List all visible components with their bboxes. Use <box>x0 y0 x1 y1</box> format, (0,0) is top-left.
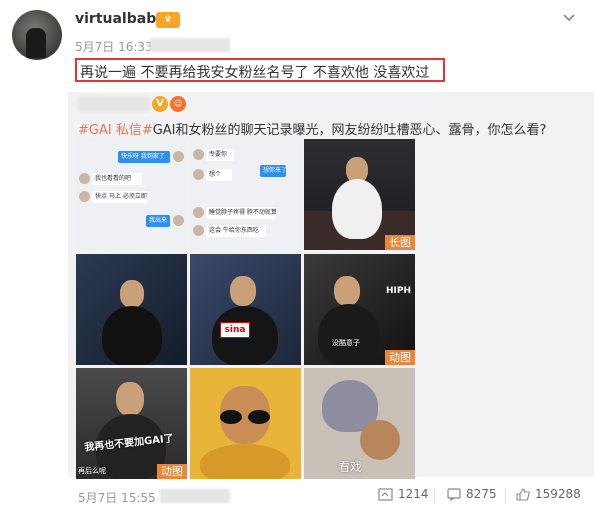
repost-text: #GAI 私信#GAI和女粉丝的聊天记录曝光，网友纷纷吐槽恶心、露骨，你怎么看? <box>78 119 546 138</box>
watch-caption: 看戏 <box>338 460 363 474</box>
repost-time[interactable]: 5月7日 15:55 <box>78 489 156 506</box>
chat-bubble: 快乐呀 我到家了 <box>118 151 170 163</box>
avatar <box>79 173 90 184</box>
blurred-source <box>160 489 230 503</box>
hashtag-link[interactable]: #GAI 私信# <box>78 123 153 138</box>
avatar <box>193 169 204 180</box>
cartoon-mouse <box>360 420 400 460</box>
avatar <box>193 207 204 218</box>
blurred-source <box>150 38 230 52</box>
comment-count: 8275 <box>466 487 497 501</box>
username[interactable]: virtualbabe <box>75 11 166 27</box>
comment-button[interactable]: 8275 <box>447 487 497 501</box>
divider <box>434 489 435 503</box>
meme-small-caption: 再后么呢 <box>78 467 106 475</box>
gif-badge: 动图 <box>157 464 187 479</box>
person-head <box>230 276 256 306</box>
long-image-badge: 长图 <box>385 235 415 250</box>
repost-username[interactable] <box>78 96 150 112</box>
chat-bubble: 专要你 <box>206 149 234 161</box>
avatar <box>173 151 184 162</box>
avatar <box>193 149 204 160</box>
chat-bubble: 想你来了 <box>260 165 286 177</box>
repost-body: GAI和女粉丝的聊天记录曝光，网友纷纷吐槽恶心、露骨，你怎么看? <box>152 123 547 138</box>
image-portrait[interactable] <box>190 368 301 479</box>
like-count: 159288 <box>535 487 581 501</box>
repost-count: 1214 <box>398 487 429 501</box>
image-event-photo[interactable]: 长图 <box>304 139 415 250</box>
image-photo-3[interactable]: HIPH 没酷意子 动图 <box>304 254 415 365</box>
chat-bubble: 想个 <box>206 169 232 181</box>
sunglasses-icon <box>220 410 242 424</box>
vip-icon: ♛ <box>156 12 180 28</box>
like-button[interactable]: 159288 <box>516 487 581 501</box>
gif-badge: 动图 <box>385 350 415 365</box>
chat-bubble: 快点 马上 必须立即 <box>92 191 148 203</box>
hiphop-text: HIPH <box>386 286 412 296</box>
divider <box>505 489 506 503</box>
chat-bubble: 我也看看的吧 <box>92 173 142 185</box>
chat-bubble: 我出来 <box>146 215 170 227</box>
fan-badge-icon: ☺ <box>170 96 186 112</box>
image-photo-2[interactable]: sina <box>190 254 301 365</box>
avatar <box>79 191 90 202</box>
verified-icon: V <box>152 96 168 112</box>
like-icon <box>516 487 530 501</box>
sunglasses-icon <box>248 410 270 424</box>
comment-icon <box>447 487 461 501</box>
chat-bubble: 这会 牛给你东西吃 <box>206 225 266 237</box>
person-body <box>102 306 162 365</box>
sina-mic-logo: sina <box>220 322 250 338</box>
person-head <box>334 276 360 306</box>
repost-button[interactable]: 1214 <box>378 487 429 501</box>
post-text: 再说一遍 不要再给我安女粉丝名号了 不喜欢他 没喜欢过 <box>80 65 430 81</box>
avatar[interactable] <box>12 10 62 60</box>
person-head <box>120 280 144 308</box>
person-body <box>318 304 380 365</box>
person-body <box>332 179 382 239</box>
image-meme[interactable]: 我再也不要加GAI了 再后么呢 动图 <box>76 368 187 479</box>
post-time[interactable]: 5月7日 16:33 <box>75 38 153 55</box>
image-cartoon[interactable]: 看戏 <box>304 368 415 479</box>
chevron-down-icon[interactable] <box>562 10 576 24</box>
person-head <box>116 382 144 416</box>
avatar <box>173 215 184 226</box>
image-photo-1[interactable] <box>76 254 187 365</box>
person-body <box>200 444 290 479</box>
caption-text: 没酷意子 <box>332 339 360 347</box>
repost-icon <box>378 487 393 501</box>
avatar <box>193 225 204 236</box>
image-chat-2[interactable]: 专要你 想个 想你来了 睡觉脖子疼得 脖不动就算了 这会 牛给你东西吃 <box>190 139 301 250</box>
image-chat-1[interactable]: 快乐呀 我到家了 我也看看的吧 快点 马上 必须立即 我出来 <box>76 139 187 250</box>
chat-bubble: 睡觉脖子疼得 脖不动就算了 <box>206 207 276 219</box>
